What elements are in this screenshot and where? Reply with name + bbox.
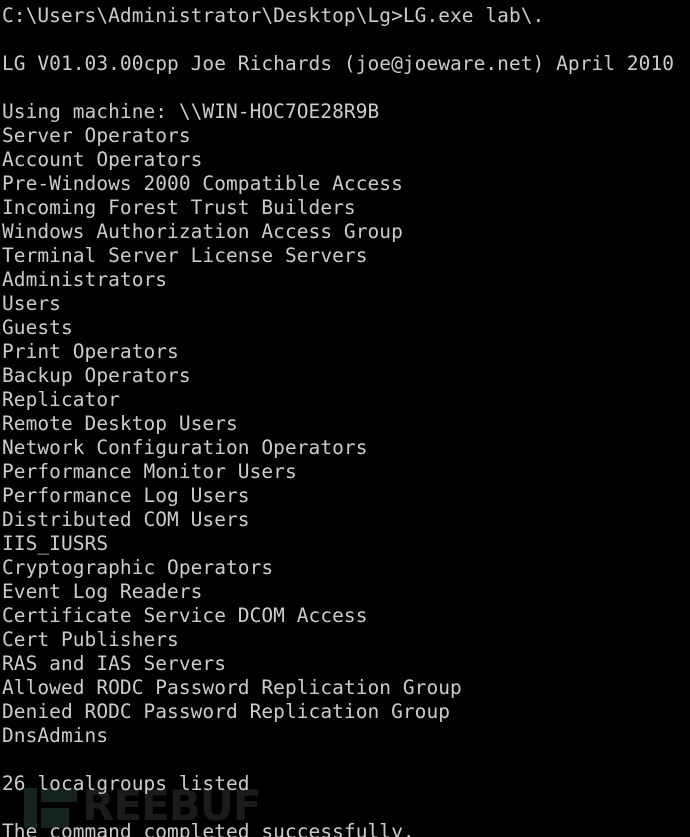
group-list-item: Performance Log Users — [2, 484, 250, 507]
console-output: C:\Users\Administrator\Desktop\Lg>LG.exe… — [2, 4, 690, 837]
group-list-item: Certificate Service DCOM Access — [2, 604, 368, 627]
group-list-item: Pre-Windows 2000 Compatible Access — [2, 172, 403, 195]
group-list-item: Allowed RODC Password Replication Group — [2, 676, 462, 699]
group-list-item: Guests — [2, 316, 73, 339]
terminal-window[interactable]: REEBUF C:\Users\Administrator\Desktop\Lg… — [0, 0, 690, 837]
group-list-item: Cryptographic Operators — [2, 556, 274, 579]
group-list-item: Backup Operators — [2, 364, 191, 387]
group-list-item: Administrators — [2, 268, 168, 291]
group-list-item: Denied RODC Password Replication Group — [2, 700, 451, 723]
group-list-item: Cert Publishers — [2, 628, 179, 651]
group-list-item: Account Operators — [2, 148, 203, 171]
group-list-item: Print Operators — [2, 340, 179, 363]
group-list-item: Distributed COM Users — [2, 508, 250, 531]
group-list-item: Server Operators — [2, 124, 191, 147]
group-list-item: Users — [2, 292, 61, 315]
group-list-item: Remote Desktop Users — [2, 412, 238, 435]
group-list-item: RAS and IAS Servers — [2, 652, 227, 675]
group-count-line: 26 localgroups listed — [2, 772, 250, 795]
group-list-item: DnsAdmins — [2, 724, 109, 747]
group-list-item: Incoming Forest Trust Builders — [2, 196, 356, 219]
group-list-item: Replicator — [2, 388, 120, 411]
group-list-item: Performance Monitor Users — [2, 460, 297, 483]
machine-line: Using machine: \\WIN-HOC7OE28R9B — [2, 100, 380, 123]
prompt-line: C:\Users\Administrator\Desktop\Lg>LG.exe… — [2, 4, 545, 27]
group-list-item: Terminal Server License Servers — [2, 244, 368, 267]
status-line: The command completed successfully. — [2, 820, 415, 837]
group-list-item: Network Configuration Operators — [2, 436, 368, 459]
group-list-item: IIS_IUSRS — [2, 532, 109, 555]
group-list-item: Event Log Readers — [2, 580, 203, 603]
group-list-item: Windows Authorization Access Group — [2, 220, 403, 243]
banner-line: LG V01.03.00cpp Joe Richards (joe@joewar… — [2, 52, 675, 75]
